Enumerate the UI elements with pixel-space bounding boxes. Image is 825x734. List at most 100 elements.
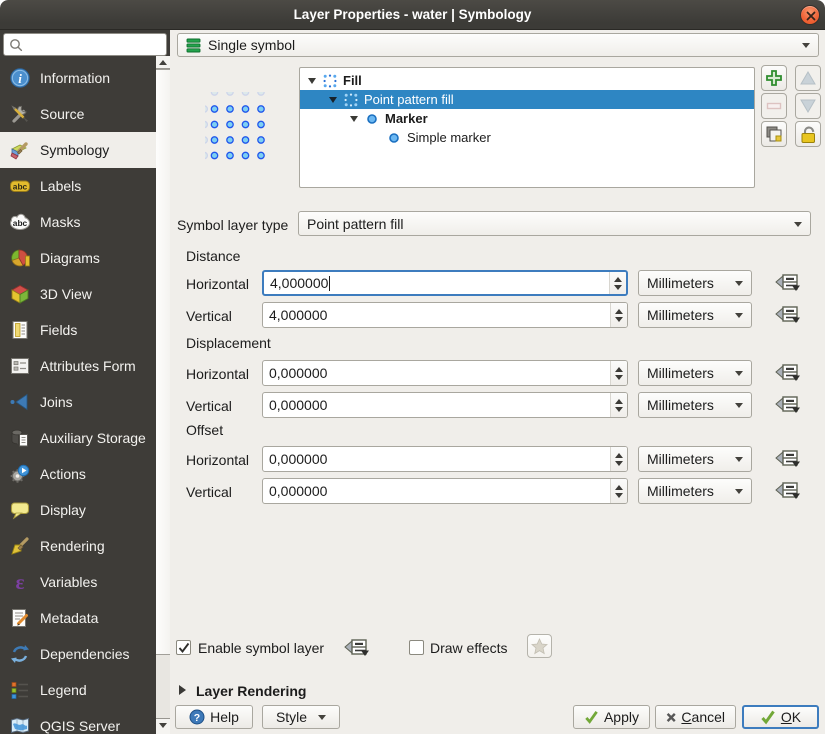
spin-down-icon[interactable] xyxy=(615,493,623,498)
tree-item-fill[interactable]: Fill xyxy=(300,71,754,90)
sidebar-item-fields[interactable]: Fields xyxy=(0,312,156,348)
distance-horizontal-input[interactable]: 4,000000 xyxy=(262,270,628,296)
distance-vertical-unit-select[interactable]: Millimeters xyxy=(638,302,752,328)
sidebar-item-masks[interactable]: abc Masks xyxy=(0,204,156,240)
plus-icon xyxy=(765,69,783,87)
spin-down-icon[interactable] xyxy=(614,285,622,290)
sidebar-item-attributes-form[interactable]: Attributes Form xyxy=(0,348,156,384)
sidebar-item-auxiliary-storage[interactable]: Auxiliary Storage xyxy=(0,420,156,456)
offset-vertical-unit-select[interactable]: Millimeters xyxy=(638,478,752,504)
collapse-arrow-icon[interactable] xyxy=(179,685,186,695)
spin-up-icon[interactable] xyxy=(615,309,623,314)
add-symbol-layer-button[interactable] xyxy=(761,65,787,91)
sidebar-item-legend[interactable]: Legend xyxy=(0,672,156,708)
sidebar-item-dependencies[interactable]: Dependencies xyxy=(0,636,156,672)
sidebar-scrollbar[interactable] xyxy=(156,56,170,734)
spin-up-icon[interactable] xyxy=(615,399,623,404)
sidebar-item-label: Diagrams xyxy=(40,250,100,266)
spin-down-icon[interactable] xyxy=(615,461,623,466)
spinner-buttons[interactable] xyxy=(610,479,627,503)
tree-item-simple-marker[interactable]: Simple marker xyxy=(300,128,754,147)
enable-symbol-layer-checkbox[interactable] xyxy=(176,640,191,655)
duplicate-symbol-layer-button[interactable] xyxy=(761,121,787,147)
marker-icon xyxy=(365,112,379,126)
close-button[interactable] xyxy=(800,5,820,25)
sidebar-scrollbar-thumb[interactable] xyxy=(156,69,170,655)
spinner-buttons[interactable] xyxy=(609,272,626,294)
offset-horizontal-input[interactable]: 0,000000 xyxy=(262,446,628,472)
chevron-down-icon xyxy=(735,489,743,494)
style-button[interactable]: Style xyxy=(262,705,340,729)
spinner-buttons[interactable] xyxy=(610,447,627,471)
sidebar-item-3d-view[interactable]: 3D View xyxy=(0,276,156,312)
displacement-horizontal-input[interactable]: 0,000000 xyxy=(262,360,628,386)
spinner-buttons[interactable] xyxy=(610,361,627,385)
sidebar-item-metadata[interactable]: Metadata xyxy=(0,600,156,636)
apply-button[interactable]: Apply xyxy=(573,705,650,729)
draw-effects-checkbox[interactable] xyxy=(409,640,424,655)
window-title: Layer Properties - water | Symbology xyxy=(0,0,825,30)
sidebar-item-information[interactable]: i Information xyxy=(0,60,156,96)
customize-effects-button[interactable] xyxy=(527,634,552,658)
variables-icon: ε xyxy=(8,571,31,594)
move-up-symbol-layer-button[interactable] xyxy=(795,65,821,91)
spinner-buttons[interactable] xyxy=(610,393,627,417)
sidebar-item-joins[interactable]: Joins xyxy=(0,384,156,420)
expander-icon[interactable] xyxy=(308,78,316,84)
remove-symbol-layer-button[interactable] xyxy=(761,93,787,119)
data-defined-override-button[interactable] xyxy=(775,481,801,501)
lock-symbol-layer-button[interactable] xyxy=(795,121,821,147)
data-defined-override-button[interactable] xyxy=(775,305,801,325)
displacement-horizontal-unit-select[interactable]: Millimeters xyxy=(638,360,752,386)
sidebar-item-label: Fields xyxy=(40,322,77,338)
spinner-buttons[interactable] xyxy=(610,303,627,327)
sidebar-item-actions[interactable]: Actions xyxy=(0,456,156,492)
move-down-symbol-layer-button[interactable] xyxy=(795,93,821,119)
sidebar-item-qgis-server[interactable]: QGIS Server xyxy=(0,708,156,734)
data-defined-override-button[interactable] xyxy=(344,638,370,658)
symbol-layer-type-label: Symbol layer type xyxy=(177,217,288,233)
offset-horizontal-unit-select[interactable]: Millimeters xyxy=(638,446,752,472)
offset-vertical-input[interactable]: 0,000000 xyxy=(262,478,628,504)
spin-up-icon[interactable] xyxy=(614,277,622,282)
data-defined-override-button[interactable] xyxy=(775,273,801,293)
scroll-up-icon[interactable] xyxy=(156,56,170,69)
spin-down-icon[interactable] xyxy=(615,317,623,322)
distance-vertical-input[interactable]: 4,000000 xyxy=(262,302,628,328)
data-defined-override-button[interactable] xyxy=(775,449,801,469)
sidebar-item-labels[interactable]: abc Labels xyxy=(0,168,156,204)
spin-down-icon[interactable] xyxy=(615,407,623,412)
cancel-button[interactable]: Cancel xyxy=(655,705,736,729)
displacement-vertical-input[interactable]: 0,000000 xyxy=(262,392,628,418)
spin-down-icon[interactable] xyxy=(615,375,623,380)
metadata-icon xyxy=(8,607,31,630)
ok-button[interactable]: OK xyxy=(742,705,819,729)
help-button[interactable]: ? Help xyxy=(175,705,253,729)
spin-up-icon[interactable] xyxy=(615,453,623,458)
search-input[interactable] xyxy=(3,33,167,56)
sidebar-item-display[interactable]: Display xyxy=(0,492,156,528)
sidebar-item-symbology[interactable]: Symbology xyxy=(0,132,156,168)
tree-item-marker[interactable]: Marker xyxy=(300,109,754,128)
data-defined-override-button[interactable] xyxy=(775,395,801,415)
expander-icon[interactable] xyxy=(350,116,358,122)
chevron-down-icon xyxy=(735,313,743,318)
spin-up-icon[interactable] xyxy=(615,485,623,490)
renderer-select[interactable]: Single symbol xyxy=(177,33,819,57)
data-defined-override-button[interactable] xyxy=(775,363,801,383)
scroll-down-icon[interactable] xyxy=(156,718,170,734)
symbol-layer-type-select[interactable]: Point pattern fill xyxy=(298,211,811,236)
layer-rendering-section[interactable]: Layer Rendering xyxy=(196,683,306,699)
sidebar-item-diagrams[interactable]: Diagrams xyxy=(0,240,156,276)
sidebar-item-variables[interactable]: ε Variables xyxy=(0,564,156,600)
distance-horizontal-unit-select[interactable]: Millimeters xyxy=(638,270,752,296)
sidebar-item-label: Joins xyxy=(40,394,73,410)
displacement-vertical-unit-select[interactable]: Millimeters xyxy=(638,392,752,418)
tree-item-point-pattern-fill[interactable]: Point pattern fill xyxy=(300,90,754,109)
spin-up-icon[interactable] xyxy=(615,367,623,372)
sidebar-item-source[interactable]: Source xyxy=(0,96,156,132)
sidebar-item-rendering[interactable]: Rendering xyxy=(0,528,156,564)
auxiliary-storage-icon xyxy=(8,427,31,450)
titlebar[interactable]: Layer Properties - water | Symbology xyxy=(0,0,825,30)
expander-icon[interactable] xyxy=(329,97,337,103)
